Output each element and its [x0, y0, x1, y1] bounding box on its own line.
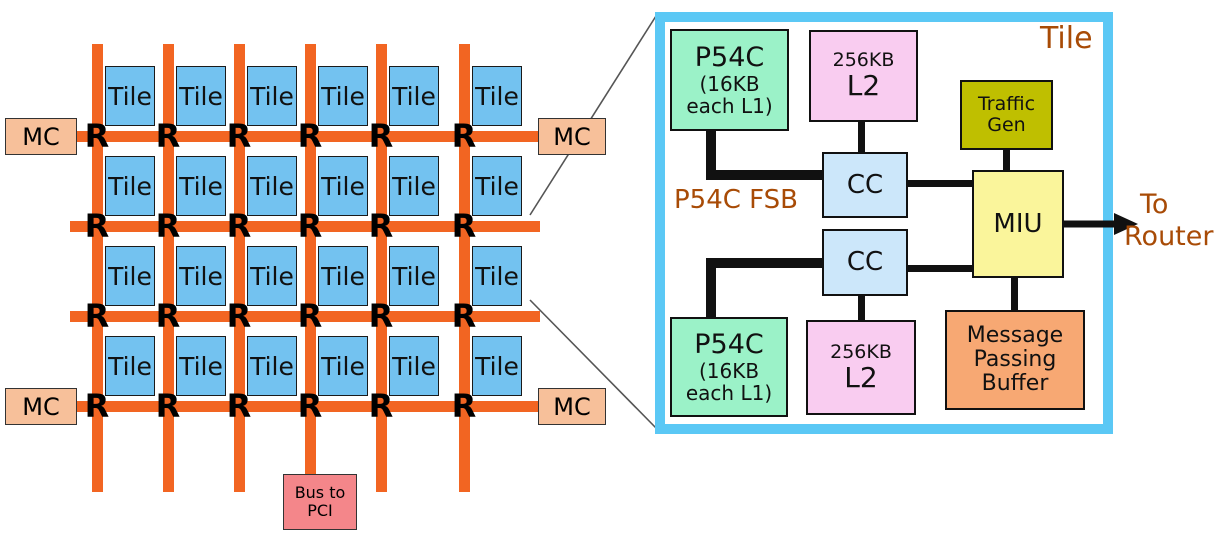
- router-node[interactable]: R: [222, 297, 256, 335]
- bus-to-pci-label-line2: PCI: [307, 501, 333, 520]
- router-node[interactable]: R: [151, 117, 185, 155]
- block-core-top-line1: P54C: [694, 42, 765, 74]
- tile-label: Tile: [108, 261, 152, 291]
- block-core-top[interactable]: P54C (16KB each L1): [670, 29, 789, 131]
- link-cc-bottom-to-core-bottom: [706, 258, 826, 268]
- block-cc-top-line1: CC: [846, 169, 884, 200]
- link-l2-top-to-cc-top: [858, 122, 865, 154]
- tile-label: Tile: [108, 351, 152, 381]
- router-node[interactable]: R: [151, 387, 185, 425]
- tile-label: Tile: [475, 261, 519, 291]
- tile-label: Tile: [179, 351, 223, 381]
- router-node[interactable]: R: [293, 117, 327, 155]
- diagram-canvas: Tile Tile Tile Tile Tile Tile Tile Tile Tile Tile…: [0, 0, 1219, 544]
- block-core-top-line3: each L1): [686, 93, 773, 118]
- block-traffic-gen-line1: Traffic: [977, 93, 1036, 116]
- to-router-label-line1: To: [1140, 189, 1169, 220]
- block-core-top-line2: (16KB: [699, 71, 760, 96]
- block-cc-bottom-line1: CC: [846, 247, 884, 278]
- tile-label: Tile: [321, 81, 365, 111]
- link-cc-bottom-to-l2-bottom: [858, 294, 865, 322]
- block-cc-top[interactable]: CC: [822, 152, 908, 218]
- router-node[interactable]: R: [447, 387, 481, 425]
- tile-label: Tile: [108, 81, 152, 111]
- router-node[interactable]: R: [151, 297, 185, 335]
- p54c-fsb-label: P54C FSB: [674, 185, 799, 215]
- block-core-bottom-line3: each L1): [685, 380, 773, 405]
- memory-controller-box[interactable]: MC: [5, 118, 77, 155]
- block-core-bottom-line1: P54C: [694, 329, 764, 361]
- router-node[interactable]: R: [80, 387, 114, 425]
- link-core-bottom-up: [706, 258, 716, 320]
- block-core-bottom[interactable]: P54C (16KB each L1): [670, 317, 788, 417]
- link-core-top-to-cc-top: [706, 170, 826, 180]
- block-message-passing-buffer-line1: Message: [966, 322, 1064, 348]
- tile-label: Tile: [475, 351, 519, 381]
- block-l2-bottom[interactable]: 256KB L2: [806, 320, 916, 415]
- tile-label: Tile: [179, 261, 223, 291]
- block-l2-top-line1: 256KB: [832, 49, 895, 72]
- block-message-passing-buffer[interactable]: Message Passing Buffer: [945, 310, 1085, 410]
- tile-label: Tile: [321, 171, 365, 201]
- router-node[interactable]: R: [222, 207, 256, 245]
- memory-controller-box[interactable]: MC: [538, 388, 606, 425]
- tile-label: Tile: [108, 171, 152, 201]
- block-traffic-gen-line2: Gen: [987, 114, 1026, 136]
- router-node[interactable]: R: [447, 297, 481, 335]
- block-l2-top-line2: L2: [846, 69, 881, 103]
- router-node[interactable]: R: [293, 207, 327, 245]
- tile-label: Tile: [250, 171, 294, 201]
- tile-label: Tile: [250, 81, 294, 111]
- link-miu-to-mpb: [1011, 277, 1018, 312]
- memory-controller-box[interactable]: MC: [5, 388, 77, 425]
- to-router-label-line2: Router: [1124, 221, 1214, 252]
- tile-label: Tile: [250, 351, 294, 381]
- router-node[interactable]: R: [364, 117, 398, 155]
- bus-to-pci-box[interactable]: Bus to PCI: [283, 474, 357, 530]
- router-node[interactable]: R: [222, 387, 256, 425]
- tile-label: Tile: [321, 351, 365, 381]
- memory-controller-box[interactable]: MC: [538, 118, 606, 155]
- router-node[interactable]: R: [447, 117, 481, 155]
- router-node[interactable]: R: [80, 117, 114, 155]
- tile-label: Tile: [179, 171, 223, 201]
- router-node[interactable]: R: [222, 117, 256, 155]
- block-l2-bottom-line2: L2: [844, 360, 878, 394]
- link-cc-top-to-miu: [905, 180, 975, 187]
- router-node[interactable]: R: [364, 387, 398, 425]
- block-traffic-gen[interactable]: Traffic Gen: [960, 80, 1053, 150]
- block-core-bottom-line2: (16KB: [698, 358, 760, 383]
- router-node[interactable]: R: [364, 297, 398, 335]
- tile-label: Tile: [179, 81, 223, 111]
- block-miu[interactable]: MIU: [972, 170, 1064, 278]
- block-cc-bottom[interactable]: CC: [822, 229, 908, 296]
- block-miu-line1: MIU: [993, 208, 1043, 239]
- block-message-passing-buffer-line3: Buffer: [981, 371, 1049, 397]
- tile-label: Tile: [392, 351, 436, 381]
- tile-label: Tile: [475, 171, 519, 201]
- tile-panel-title: Tile: [1040, 21, 1093, 56]
- tile-label: Tile: [250, 261, 294, 291]
- router-node[interactable]: R: [447, 207, 481, 245]
- tile-label: Tile: [321, 261, 365, 291]
- router-node[interactable]: R: [80, 297, 114, 335]
- router-node[interactable]: R: [151, 207, 185, 245]
- block-message-passing-buffer-line2: Passing: [973, 346, 1057, 372]
- router-node[interactable]: R: [293, 387, 327, 425]
- block-l2-bottom-line1: 256KB: [830, 340, 892, 363]
- router-node[interactable]: R: [293, 297, 327, 335]
- router-node[interactable]: R: [80, 207, 114, 245]
- link-cc-bottom-to-miu: [905, 265, 975, 272]
- tile-label: Tile: [475, 81, 519, 111]
- tile-label: Tile: [392, 171, 436, 201]
- router-node[interactable]: R: [364, 207, 398, 245]
- bus-to-pci-label-line1: Bus to: [294, 482, 346, 502]
- tile-label: Tile: [392, 81, 436, 111]
- block-l2-top[interactable]: 256KB L2: [809, 30, 918, 122]
- tile-label: Tile: [392, 261, 436, 291]
